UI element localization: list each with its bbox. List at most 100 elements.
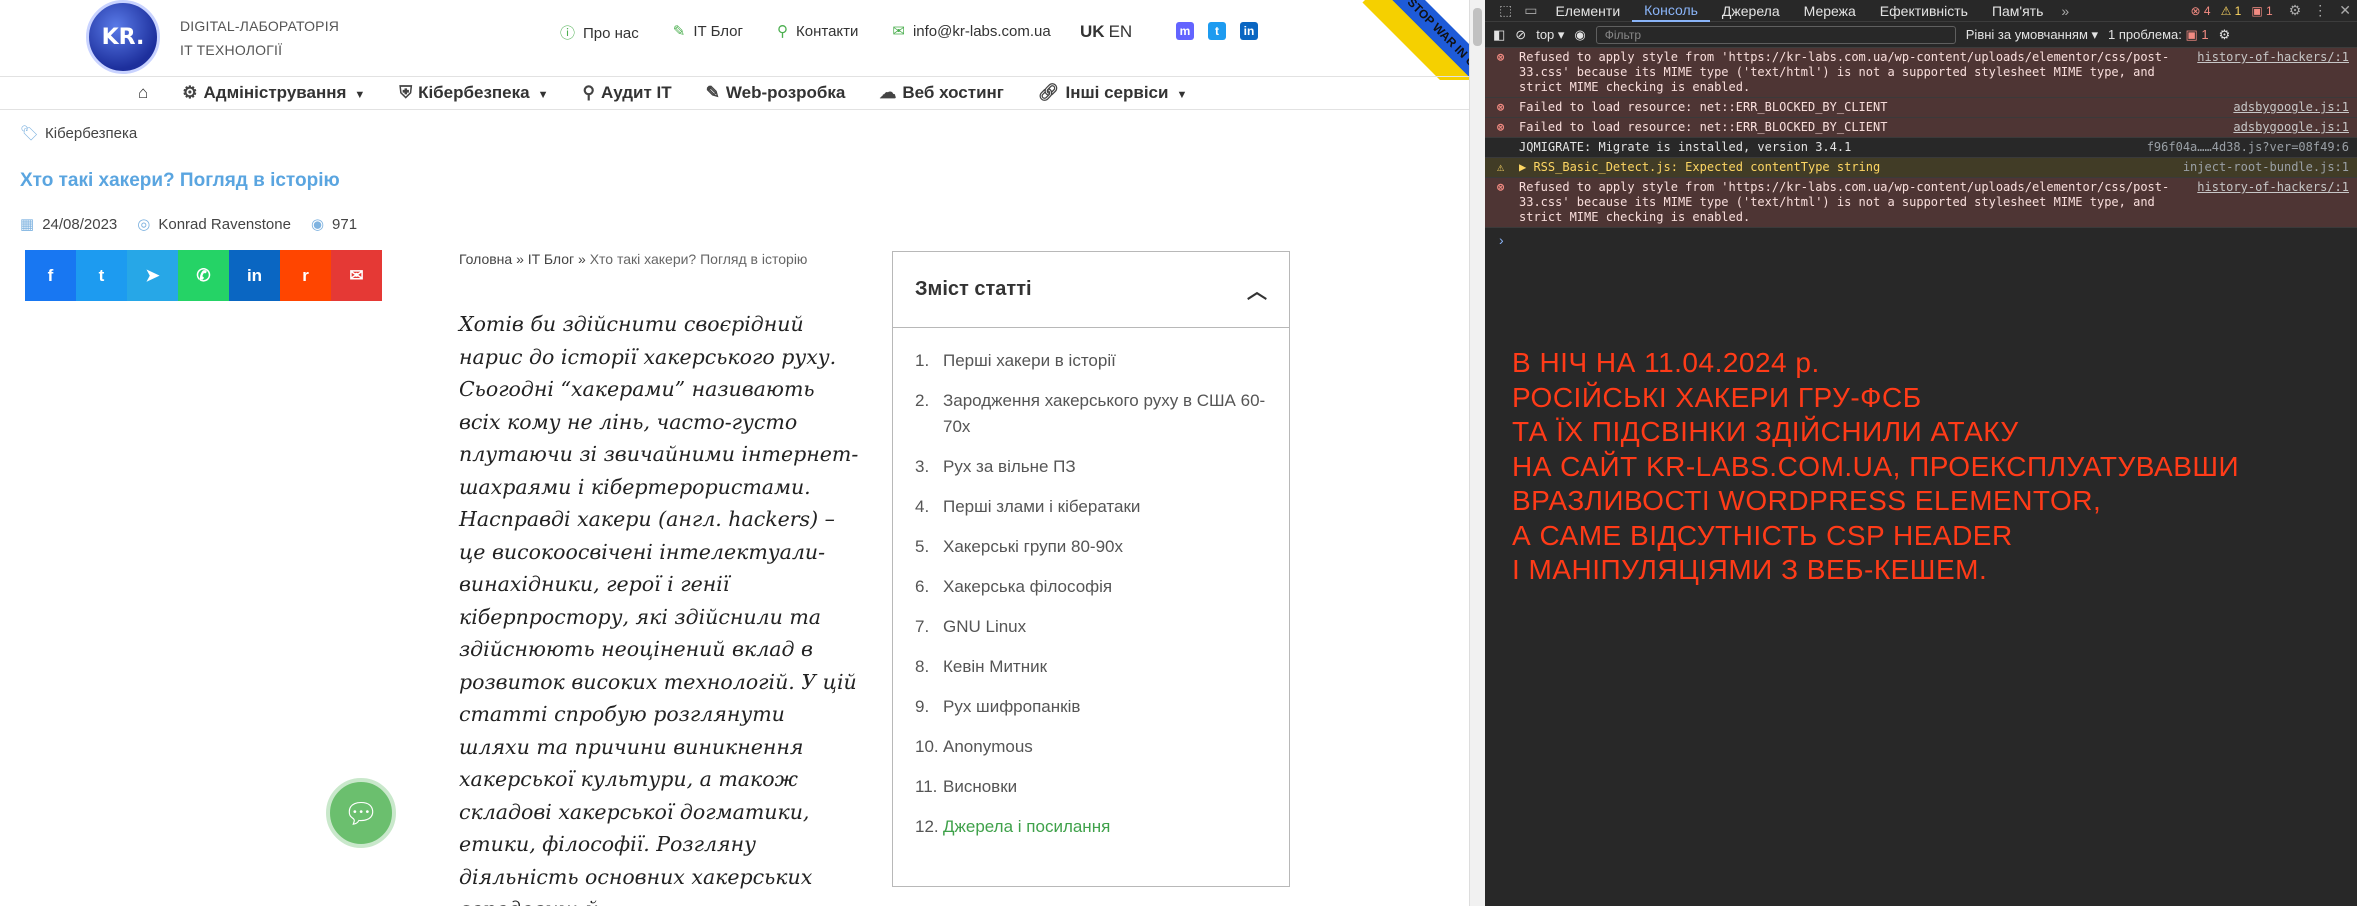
pencil-icon: ✎	[672, 23, 686, 40]
post-category[interactable]: 🏷︎ Кібербезпека	[20, 124, 137, 142]
more-tabs-icon[interactable]: »	[2061, 3, 2069, 19]
telegram-icon[interactable]: ➤	[127, 250, 178, 301]
toc-item[interactable]: 3. Рух за вільне ПЗ	[915, 454, 1269, 480]
console-message-source[interactable]: history-of-hackers/:1	[2197, 50, 2349, 95]
nav-hosting[interactable]: ☁ Веб хостинг	[879, 83, 1004, 103]
breadcrumb-current: Хто такі хакери? Погляд в історію	[589, 251, 808, 267]
inspect-icon[interactable]: ⬚	[1499, 2, 1512, 19]
problems-indicator[interactable]: 1 проблема: ▣ 1	[2108, 27, 2209, 43]
settings-gear-icon[interactable]: ⚙	[2289, 2, 2302, 19]
context-select[interactable]: top ▾	[1536, 27, 1564, 43]
nav-label: Кібербезпека	[418, 83, 530, 102]
console-message-source[interactable]: history-of-hackers/:1	[2197, 180, 2349, 225]
toc-item-label: Перші хакери в історії	[943, 351, 1116, 370]
log-levels-select[interactable]: Рівні за умовчанням ▾	[1966, 27, 2098, 43]
toc-item[interactable]: 8. Кевін Митник	[915, 654, 1269, 680]
clear-console-icon[interactable]: ⊘	[1515, 27, 1526, 43]
toc-item[interactable]: 12. Джерела і посилання	[915, 814, 1269, 840]
console-message[interactable]: ⊗ Failed to load resource: net::ERR_BLOCK…	[1485, 98, 2357, 118]
author-label: Konrad Ravenstone	[158, 216, 291, 233]
toc-item[interactable]: 2. Зародження хакерського руху в США 60-7…	[915, 388, 1269, 440]
console-settings-icon[interactable]: ⚙	[2219, 27, 2231, 43]
reddit-icon[interactable]: r	[280, 250, 331, 301]
chat-bubble-icon[interactable]: 💬︎	[326, 778, 396, 848]
console-message-source[interactable]: f96f04a……4d38.js?ver=08f49:6	[2147, 140, 2349, 155]
nav-audit[interactable]: ⚲ Аудит IT	[582, 83, 671, 103]
eye-icon[interactable]: ◉	[1574, 27, 1585, 43]
post-date: ▦ 24/08/2023	[20, 215, 117, 233]
console-message-source[interactable]: adsbygoogle.js:1	[2233, 120, 2349, 135]
tab-network[interactable]: Мережа	[1792, 3, 1868, 19]
toc-header[interactable]: Зміст статті ︿	[893, 252, 1289, 328]
nav-other[interactable]: 🔗︎ Інші сервіси ▼	[1038, 83, 1187, 103]
close-icon[interactable]: ✕	[2339, 2, 2351, 19]
breadcrumb-home[interactable]: Головна	[459, 251, 512, 267]
toc-item-label: Рух шифропанків	[943, 697, 1081, 716]
toplink-about[interactable]: ⓘ Про нас	[560, 22, 639, 43]
twitter-icon[interactable]: t	[1208, 22, 1226, 40]
site-logo[interactable]: KR.	[86, 0, 160, 74]
post-author[interactable]: ◎ Konrad Ravenstone	[137, 215, 291, 233]
console-message[interactable]: JQMIGRATE: Migrate is installed, version…	[1485, 138, 2357, 158]
toc-item[interactable]: 1. Перші хакери в історії	[915, 348, 1269, 374]
toc-item[interactable]: 6. Хакерська філософія	[915, 574, 1269, 600]
console-message-source[interactable]: inject-root-bundle.js:1	[2183, 160, 2349, 175]
lang-uk[interactable]: UK	[1080, 22, 1105, 41]
toc-item[interactable]: 5. Хакерські групи 80-90х	[915, 534, 1269, 560]
toc-item-label: GNU Linux	[943, 617, 1027, 636]
info-icon	[1497, 140, 1513, 155]
scrollbar-thumb[interactable]	[1473, 8, 1482, 46]
toc-item[interactable]: 4. Перші злами і кібератаки	[915, 494, 1269, 520]
toc-item[interactable]: 9. Рух шифропанків	[915, 694, 1269, 720]
nav-web[interactable]: ✎ Web-розробка	[706, 83, 846, 103]
issue-count: ▣ 1	[2251, 3, 2273, 18]
device-toolbar-icon[interactable]: ▭	[1524, 2, 1537, 19]
whatsapp-icon[interactable]: ✆	[178, 250, 229, 301]
toc-item[interactable]: 7. GNU Linux	[915, 614, 1269, 640]
toplink-blog[interactable]: ✎ IT Блог	[673, 22, 743, 43]
console-message[interactable]: ⚠ ▶ RSS_Basic_Detect.js: Expected content…	[1485, 158, 2357, 178]
nav-security[interactable]: ⛨ Кібербезпека ▼	[399, 83, 548, 103]
toc-item-number: 5.	[915, 537, 930, 556]
toc-item[interactable]: 10. Anonymous	[915, 734, 1269, 760]
tab-memory[interactable]: Пам'ять	[1980, 3, 2055, 19]
tab-performance[interactable]: Ефективність	[1868, 3, 1980, 19]
issue-counts[interactable]: ⊗ 4 ⚠ 1 ▣ 1	[2190, 4, 2272, 18]
facebook-icon[interactable]: f	[25, 250, 76, 301]
tab-sources[interactable]: Джерела	[1710, 3, 1792, 19]
tab-elements[interactable]: Елементи	[1543, 3, 1632, 19]
toplink-contacts[interactable]: ⚲ Контакти	[777, 22, 858, 43]
user-icon: ◎	[137, 216, 151, 233]
toplink-email[interactable]: ✉ info@kr-labs.com.ua	[892, 22, 1050, 43]
language-switcher: UK EN	[1080, 22, 1132, 42]
console-message[interactable]: ⊗ Failed to load resource: net::ERR_BLOCK…	[1485, 118, 2357, 138]
twitter-icon[interactable]: t	[76, 250, 127, 301]
post-title[interactable]: Хто такі хакери? Погляд в історію	[20, 170, 340, 192]
sidebar-toggle-icon[interactable]: ◧	[1493, 27, 1505, 43]
nav-admin[interactable]: ⚙ Адміністрування ▼	[182, 83, 365, 103]
console-message[interactable]: ⊗ Refused to apply style from 'https://kr…	[1485, 178, 2357, 228]
console-filter-input[interactable]: Фільтр	[1595, 25, 1956, 44]
breadcrumb: Головна » IT Блог » Хто такі хакери? Пог…	[459, 251, 808, 267]
toc-item[interactable]: 11. Висновки	[915, 774, 1269, 800]
more-menu-icon[interactable]: ⋮	[2313, 2, 2327, 19]
error-count-value: 4	[2203, 3, 2211, 18]
console-prompt[interactable]: ›	[1485, 228, 2357, 252]
tab-console[interactable]: Консоль	[1632, 0, 1710, 22]
linkedin-icon[interactable]: in	[229, 250, 280, 301]
lang-en[interactable]: EN	[1109, 22, 1133, 41]
console-message[interactable]: ⊗ Refused to apply style from 'https://kr…	[1485, 48, 2357, 98]
console-log: ⊗ Refused to apply style from 'https://kr…	[1485, 48, 2357, 228]
console-message-source[interactable]: adsbygoogle.js:1	[2233, 100, 2349, 115]
toc-item-label: Джерела і посилання	[943, 817, 1111, 836]
mastodon-icon[interactable]: m	[1176, 22, 1194, 40]
ribbon-text: STOP WAR IN UKRAINE	[1362, 0, 1469, 80]
email-share-icon[interactable]: ✉	[331, 250, 382, 301]
home-icon[interactable]: ⌂	[138, 83, 148, 103]
mail-icon: ✉	[892, 23, 905, 40]
breadcrumb-blog[interactable]: IT Блог	[528, 251, 574, 267]
page-scrollbar[interactable]	[1469, 0, 1485, 906]
linkedin-icon[interactable]: in	[1240, 22, 1258, 40]
chevron-up-icon[interactable]: ︿	[1247, 275, 1267, 304]
toc-item-number: 7.	[915, 617, 930, 636]
